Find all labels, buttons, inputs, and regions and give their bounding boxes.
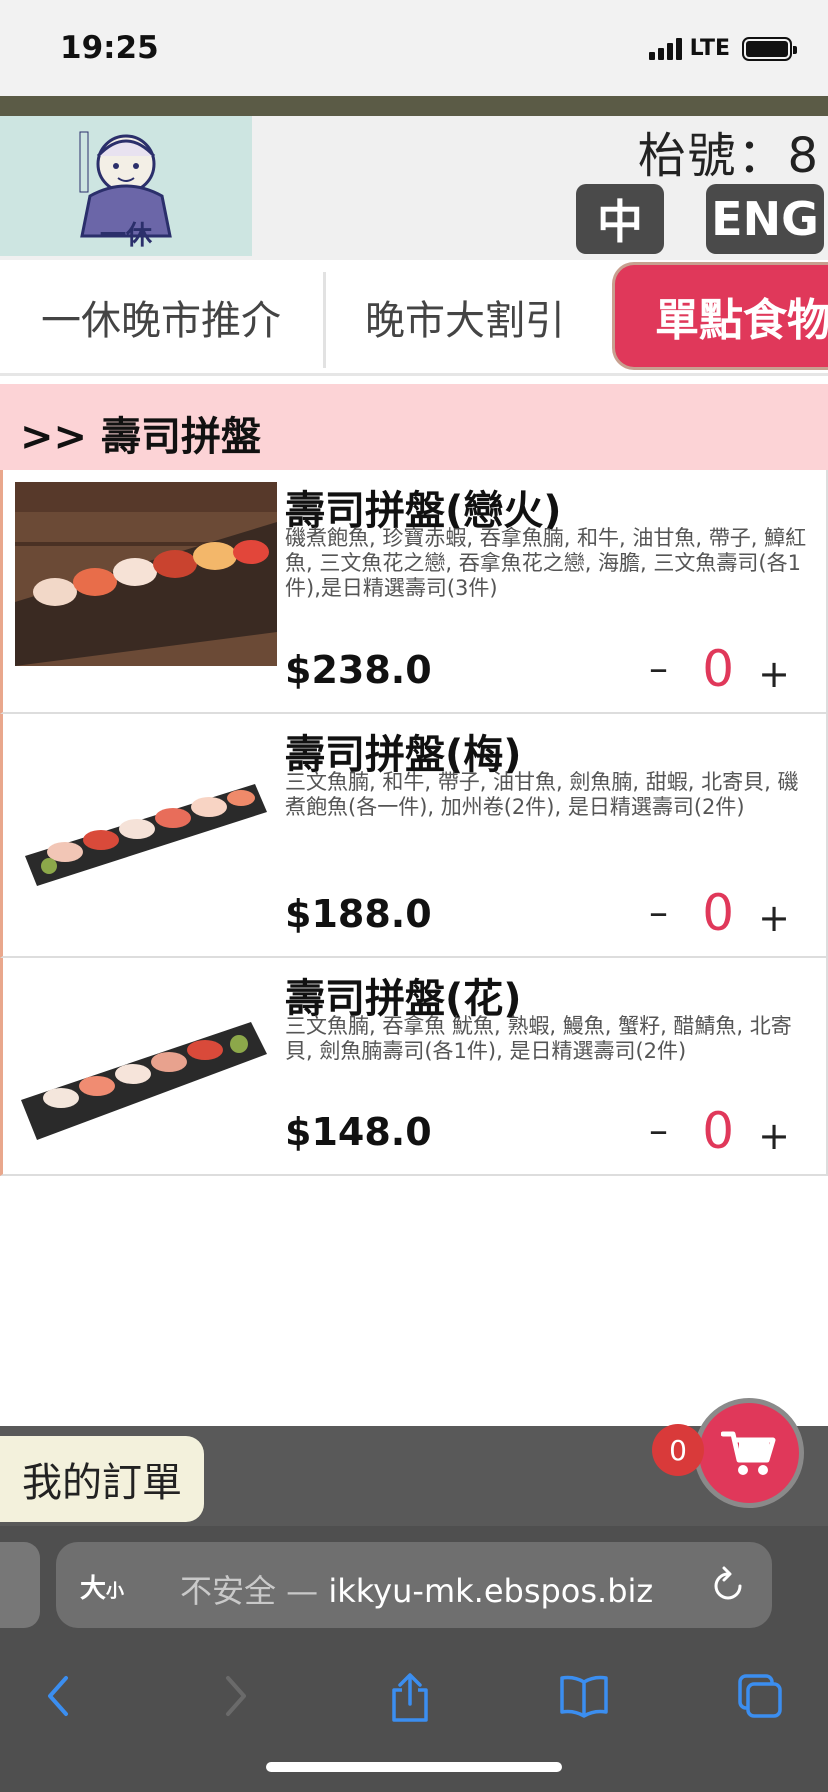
- text-size-large: 大: [80, 1574, 107, 1604]
- text-size-button[interactable]: 大小: [80, 1568, 124, 1605]
- lang-en-button[interactable]: ENG: [706, 184, 824, 254]
- cart-count-badge: 0: [652, 1424, 704, 1476]
- item-photo: [15, 482, 277, 666]
- status-time: 19:25: [60, 30, 159, 66]
- forward-icon[interactable]: [218, 1672, 254, 1724]
- item-photo: [15, 970, 277, 1154]
- table-number: 枱號：8: [637, 128, 820, 184]
- signal-icon: [648, 37, 682, 60]
- text-size-small: 小: [106, 1581, 125, 1602]
- my-order-button[interactable]: 我的訂單: [0, 1436, 204, 1522]
- battery-icon: [742, 36, 797, 61]
- address-bar[interactable]: 大小 不安全 — ikkyu-mk.ebspos.biz: [56, 1542, 772, 1628]
- share-icon[interactable]: [388, 1672, 432, 1728]
- header: 一休 枱號：8 中 ENG: [0, 116, 828, 260]
- ikkyu-logo: 一休: [0, 116, 252, 256]
- svg-text:一休: 一休: [100, 221, 153, 251]
- item-description: 三文魚腩, 和牛, 帶子, 油甘魚, 劍魚腩, 甜蝦, 北寄貝, 磯煮飽魚(各一…: [285, 770, 799, 819]
- increase-quantity-button[interactable]: +: [758, 896, 790, 940]
- category-title: >> 壽司拼盤: [20, 414, 261, 460]
- category-tabs: 一休晚市推介 晚市大割引 單點食物: [0, 262, 828, 376]
- item-price: $238.0: [285, 648, 432, 692]
- cart-button[interactable]: [694, 1398, 804, 1508]
- status-indicators: LTE: [648, 36, 797, 61]
- category-header: >> 壽司拼盤: [0, 384, 828, 470]
- tab-a-la-carte[interactable]: 單點食物: [612, 262, 828, 370]
- header-band: [0, 96, 828, 116]
- decrease-quantity-button[interactable]: –: [649, 890, 668, 934]
- item-quantity: 0: [702, 1102, 734, 1160]
- list-item[interactable]: 壽司拼盤(花) 三文魚腩, 吞拿魚 魷魚, 熟蝦, 鰻魚, 蟹籽, 醋鯖魚, 北…: [0, 958, 828, 1176]
- list-item[interactable]: 壽司拼盤(戀火) 磯煮飽魚, 珍寶赤蝦, 吞拿魚腩, 和牛, 油甘魚, 帶子, …: [0, 470, 828, 714]
- previous-tab-preview[interactable]: [0, 1542, 40, 1628]
- back-icon[interactable]: [40, 1672, 76, 1724]
- reload-icon[interactable]: [710, 1564, 746, 1608]
- url-domain: ikkyu-mk.ebspos.biz: [328, 1572, 654, 1610]
- item-description: 三文魚腩, 吞拿魚 魷魚, 熟蝦, 鰻魚, 蟹籽, 醋鯖魚, 北寄貝, 劍魚腩壽…: [285, 1014, 792, 1063]
- tab-dinner-recommend[interactable]: 一休晚市推介: [0, 262, 322, 372]
- decrease-quantity-button[interactable]: –: [649, 646, 668, 690]
- network-type: LTE: [689, 36, 730, 61]
- item-description: 磯煮飽魚, 珍寶赤蝦, 吞拿魚腩, 和牛, 油甘魚, 帶子, 鱆紅魚, 三文魚花…: [285, 526, 807, 600]
- increase-quantity-button[interactable]: +: [758, 1114, 790, 1158]
- increase-quantity-button[interactable]: +: [758, 652, 790, 696]
- item-photo: [15, 726, 277, 910]
- lang-zh-button[interactable]: 中: [576, 184, 664, 254]
- item-price: $148.0: [285, 1110, 432, 1154]
- list-item[interactable]: 壽司拼盤(梅) 三文魚腩, 和牛, 帶子, 油甘魚, 劍魚腩, 甜蝦, 北寄貝,…: [0, 714, 828, 958]
- decrease-quantity-button[interactable]: –: [649, 1108, 668, 1152]
- tab-dinner-discount[interactable]: 晚市大割引: [326, 262, 604, 372]
- item-quantity: 0: [702, 884, 734, 942]
- home-indicator: [266, 1762, 562, 1772]
- tabs-icon[interactable]: [736, 1672, 784, 1724]
- item-list: 壽司拼盤(戀火) 磯煮飽魚, 珍寶赤蝦, 吞拿魚腩, 和牛, 油甘魚, 帶子, …: [0, 470, 828, 1176]
- item-price: $188.0: [285, 892, 432, 936]
- status-bar: 19:25 LTE: [0, 0, 828, 96]
- url-text: 不安全 — ikkyu-mk.ebspos.biz: [180, 1566, 653, 1612]
- insecure-label: 不安全 —: [180, 1572, 329, 1610]
- item-quantity: 0: [702, 640, 734, 698]
- cart-icon: [721, 1431, 776, 1475]
- bookmarks-icon[interactable]: [558, 1672, 610, 1724]
